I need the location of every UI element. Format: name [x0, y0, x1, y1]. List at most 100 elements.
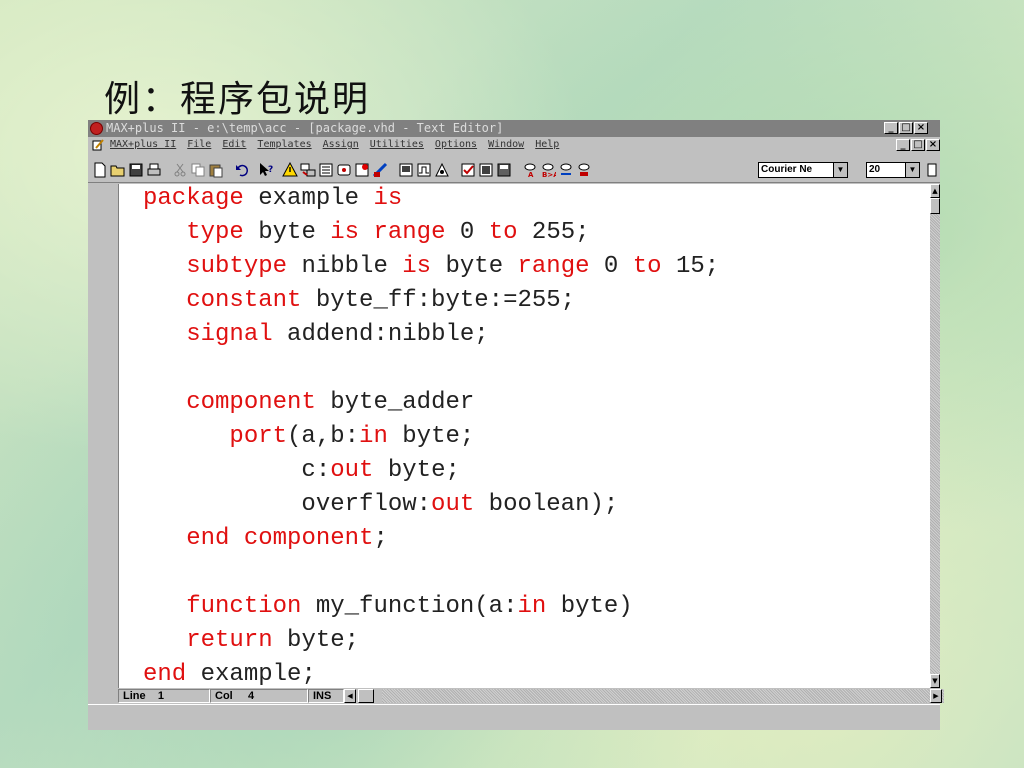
- menu-item-help[interactable]: Help: [535, 137, 559, 153]
- font-name-value: Courier Ne: [761, 164, 813, 175]
- menu-item-utilities[interactable]: Utilities: [370, 137, 424, 153]
- code-line: package example is: [143, 185, 402, 212]
- report-icon[interactable]: [478, 162, 494, 178]
- code-keyword: in: [359, 423, 388, 450]
- cut-icon[interactable]: [172, 162, 188, 178]
- line-indicator: Line 1: [118, 689, 210, 703]
- help-pointer-icon[interactable]: ?: [258, 162, 274, 178]
- font-name-select[interactable]: Courier Ne ▼: [758, 162, 848, 178]
- doc-close-button[interactable]: ×: [926, 139, 940, 151]
- code-line: end example;: [143, 661, 316, 688]
- scroll-right-icon[interactable]: ▶: [930, 689, 942, 703]
- code-keyword: function: [186, 593, 302, 620]
- timing-icon[interactable]: [416, 162, 432, 178]
- menu-item-options[interactable]: Options: [435, 137, 477, 153]
- code-token: byte: [243, 219, 331, 246]
- print-icon[interactable]: [146, 162, 162, 178]
- code-keyword: range: [517, 253, 590, 280]
- code-token: example: [243, 185, 374, 212]
- code-line: port(a,b:in byte;: [143, 423, 474, 450]
- code-keyword: is: [330, 219, 360, 246]
- undo-icon[interactable]: [234, 162, 250, 178]
- col-value: 4: [248, 690, 255, 702]
- doc-minimize-button[interactable]: _: [896, 139, 910, 151]
- code-keyword: in: [517, 593, 547, 620]
- programmer-icon[interactable]: [372, 162, 388, 178]
- scroll-up-icon[interactable]: ▲: [930, 184, 940, 198]
- line-value: 1: [157, 690, 164, 702]
- scroll-left-icon[interactable]: ◀: [344, 689, 356, 703]
- font-dropdown-arrow-icon[interactable]: ▼: [833, 163, 847, 177]
- paste-icon[interactable]: [208, 162, 224, 178]
- svg-text:A: A: [528, 171, 534, 178]
- hscroll-thumb[interactable]: [358, 689, 374, 703]
- find-clear-icon[interactable]: [576, 162, 592, 178]
- menu-item-window[interactable]: Window: [488, 137, 524, 153]
- code-token: boolean);: [474, 491, 619, 518]
- analyzer-icon[interactable]: [434, 162, 450, 178]
- scroll-down-icon[interactable]: ▼: [930, 674, 940, 688]
- code-token: 0: [445, 219, 489, 246]
- menu-item-templates[interactable]: Templates: [257, 137, 311, 153]
- code-token: 255;: [517, 219, 590, 246]
- code-line: component byte_adder: [143, 389, 474, 416]
- code-keyword: package: [143, 185, 244, 212]
- code-line: function my_function(a:in byte): [143, 593, 633, 620]
- hierarchy-icon[interactable]: [300, 162, 316, 178]
- warning-icon[interactable]: [282, 162, 298, 178]
- code-line: return byte;: [143, 627, 359, 654]
- vertical-scrollbar[interactable]: ▲ ▼: [930, 184, 940, 688]
- col-label: Col: [215, 690, 233, 702]
- copy-icon[interactable]: [190, 162, 206, 178]
- symbol-editor-icon[interactable]: [336, 162, 352, 178]
- size-dropdown-arrow-icon[interactable]: ▼: [905, 163, 919, 177]
- compile-icon[interactable]: [398, 162, 414, 178]
- open-folder-icon[interactable]: [110, 162, 126, 178]
- horizontal-scrollbar-track[interactable]: [382, 689, 944, 703]
- code-token: byte_adder: [315, 389, 475, 416]
- save-all-icon[interactable]: [496, 162, 512, 178]
- minimize-button[interactable]: _: [884, 122, 898, 134]
- code-line: end component;: [143, 525, 388, 552]
- close-button[interactable]: ×: [914, 122, 928, 134]
- code-text[interactable]: package example is type byte is range 0 …: [143, 184, 719, 688]
- ins-mode-indicator: INS: [308, 689, 344, 703]
- code-editor[interactable]: package example is type byte is range 0 …: [118, 184, 930, 688]
- menu-item-file[interactable]: File: [187, 137, 211, 153]
- menu-item-edit[interactable]: Edit: [222, 137, 246, 153]
- toolbar: ? A B>A Courier Ne ▼ 20 ▼: [88, 153, 940, 183]
- new-file-icon[interactable]: [92, 162, 108, 178]
- code-keyword: component: [186, 389, 316, 416]
- document-pencil-icon: [92, 139, 104, 151]
- code-keyword: signal: [186, 321, 273, 348]
- checklist-icon[interactable]: [460, 162, 476, 178]
- code-keyword: is: [373, 185, 403, 212]
- code-token: (a,b:: [287, 423, 360, 450]
- scroll-thumb[interactable]: [930, 198, 940, 214]
- text-editor-window: MAX+plus II - e:\temp\acc - [package.vhd…: [88, 120, 944, 730]
- code-keyword: subtype: [186, 253, 288, 280]
- floorplan-icon[interactable]: [318, 162, 334, 178]
- window-titlebar[interactable]: MAX+plus II - e:\temp\acc - [package.vhd…: [88, 120, 940, 137]
- col-indicator: Col 4: [210, 689, 308, 703]
- find-replace-icon[interactable]: B>A: [540, 162, 556, 178]
- code-token: byte_ff:byte:=255;: [301, 287, 576, 314]
- code-token: byte): [546, 593, 633, 620]
- font-size-select[interactable]: 20 ▼: [866, 162, 920, 178]
- find-node-icon[interactable]: [558, 162, 574, 178]
- save-icon[interactable]: [128, 162, 144, 178]
- doc-restore-button[interactable]: □: [911, 139, 925, 151]
- menu-item-max-plus-ii[interactable]: MAX+plus II: [110, 137, 176, 153]
- menu-item-assign[interactable]: Assign: [323, 137, 359, 153]
- restore-button[interactable]: □: [899, 122, 913, 134]
- find-text-icon[interactable]: A: [522, 162, 538, 178]
- simulator-icon[interactable]: [354, 162, 370, 178]
- text-style-icon[interactable]: [926, 162, 938, 178]
